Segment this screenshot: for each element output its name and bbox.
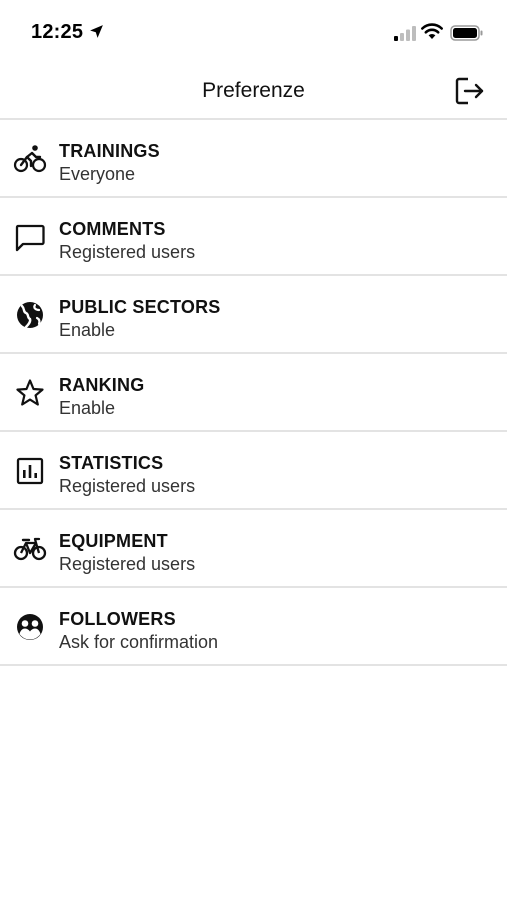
setting-row-equipment[interactable]: EQUIPMENT Registered users [0,510,507,586]
setting-row-followers[interactable]: FOLLOWERS Ask for confirmation [0,588,507,664]
setting-value: Registered users [59,242,196,262]
setting-title: TRAININGS [59,141,160,161]
setting-row-ranking[interactable]: RANKING Enable [0,354,507,430]
setting-row-public-sectors[interactable]: PUBLIC SECTORS Enable [0,276,507,352]
location-arrow-icon [90,25,103,38]
setting-row-comments[interactable]: COMMENTS Registered users [0,198,507,274]
status-bar: 12:25 [0,0,507,62]
status-time: 12:25 [31,21,84,43]
settings-list: TRAININGS Everyone COMMENTS Registered u… [0,118,507,666]
followers-icon [17,614,43,640]
globe-icon [17,302,43,329]
cyclist-icon [13,145,47,173]
setting-value: Enable [59,398,116,418]
wifi-icon [421,23,443,39]
setting-title: FOLLOWERS [59,609,176,629]
nav-header: Preferenze [0,62,507,119]
comment-icon [15,224,45,252]
setting-value: Everyone [59,164,136,184]
divider [0,664,507,666]
app-screen: 12:25 Preferenze TRAININGS Everyone COMM… [0,0,507,900]
star-icon [16,379,44,406]
page-title: Preferenze [202,79,305,102]
setting-title: RANKING [59,375,145,395]
setting-value: Ask for confirmation [59,632,219,652]
setting-title: PUBLIC SECTORS [59,297,221,317]
bicycle-icon [13,537,47,561]
setting-value: Registered users [59,476,196,496]
chart-icon [16,457,44,485]
cellular-signal-icon [394,26,416,41]
setting-value: Registered users [59,554,196,574]
setting-title: STATISTICS [59,453,164,473]
logout-icon[interactable] [453,76,487,106]
setting-row-statistics[interactable]: STATISTICS Registered users [0,432,507,508]
setting-row-trainings[interactable]: TRAININGS Everyone [0,120,507,196]
setting-title: EQUIPMENT [59,531,168,551]
setting-title: COMMENTS [59,219,166,239]
setting-value: Enable [59,320,116,340]
battery-icon [450,25,483,41]
